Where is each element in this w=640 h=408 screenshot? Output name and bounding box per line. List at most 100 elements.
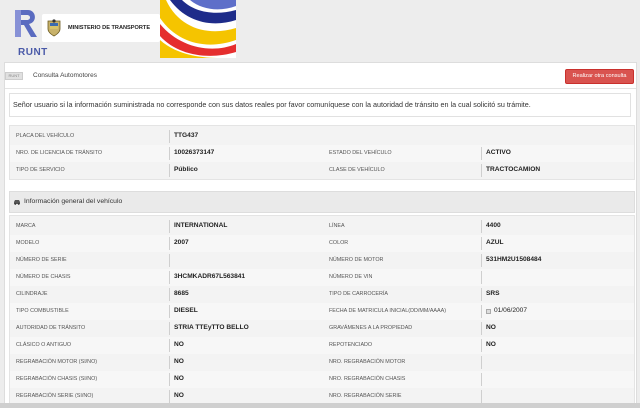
car-icon	[14, 200, 20, 205]
runt-logo[interactable]: RUNT	[8, 8, 47, 58]
field-value: 3HCMKADR67L563841	[174, 273, 246, 280]
divider	[481, 288, 482, 301]
field-label: MODELO	[16, 240, 40, 246]
divider	[169, 237, 170, 250]
field-value: 531HM2U1508484	[486, 256, 542, 263]
divider	[169, 373, 170, 386]
field-value: 10026373147	[174, 149, 215, 156]
field-value: Público	[174, 166, 198, 173]
field-label: NÚMERO DE MOTOR	[329, 257, 384, 263]
field-label: NÚMERO DE CHASIS	[16, 274, 71, 280]
field-label: REGRABACIÓN SERIE (SI/NO)	[16, 393, 94, 399]
runt-logo-text: RUNT	[18, 47, 48, 58]
notice-text: Señor usuario si la información suminist…	[13, 100, 531, 109]
divider	[169, 271, 170, 284]
notice-box: Señor usuario si la información suminist…	[9, 93, 631, 117]
field-value: TTG437	[174, 132, 199, 139]
field-label: LÍNEA	[329, 223, 345, 229]
field-value: NO	[174, 392, 184, 399]
flag-waves-graphic	[160, 0, 236, 58]
divider	[481, 373, 482, 386]
table-row: AUTORIDAD DE TRÁNSITO STRIA TTEyTTO BELLO…	[10, 320, 634, 337]
divider	[169, 254, 170, 267]
field-value: NO	[486, 341, 496, 348]
field-value: NO	[174, 341, 184, 348]
field-value: 8685	[174, 290, 189, 297]
table-row: CILINDRAJE 8685 TIPO DE CARROCERÍA SRS	[10, 286, 634, 303]
field-value: NO	[486, 324, 496, 331]
field-label: TIPO DE SERVICIO	[16, 167, 65, 173]
field-label: TIPO DE CARROCERÍA	[329, 291, 389, 297]
field-label: NRO. DE LICENCIA DE TRÁNSITO	[16, 150, 103, 156]
field-value: NO	[174, 375, 184, 382]
divider	[169, 305, 170, 318]
table-row: CLÁSICO O ANTIGUO NO REPOTENCIADO NO	[10, 337, 634, 354]
field-value: 4400	[486, 222, 501, 229]
field-label: NÚMERO DE VIN	[329, 274, 373, 280]
divider	[481, 339, 482, 352]
field-label: CILINDRAJE	[16, 291, 48, 297]
divider	[169, 164, 170, 177]
divider	[169, 339, 170, 352]
divider	[481, 254, 482, 267]
field-label: PLACA DEL VEHÍCULO	[16, 133, 75, 139]
runt-r-icon	[15, 10, 37, 37]
table-row: NÚMERO DE CHASIS 3HCMKADR67L563841 NÚMERO …	[10, 269, 634, 286]
consulta-card: RUNT Consulta Automotores Realizar otra …	[4, 62, 637, 408]
summary-row: TIPO DE SERVICIO Público CLASE DE VEHÍCU…	[10, 162, 634, 179]
field-label: FECHA DE MATRICULA INICIAL(DD/MM/AAAA)	[329, 308, 447, 314]
field-label: COLOR	[329, 240, 349, 246]
field-label: CLASE DE VEHÍCULO	[329, 167, 385, 173]
field-label: REGRABACIÓN MOTOR (SI/NO)	[16, 359, 98, 365]
field-label: NÚMERO DE SERIE	[16, 257, 67, 263]
card-title: Consulta Automotores	[33, 72, 97, 79]
field-value: TRACTOCAMION	[486, 166, 541, 173]
divider	[481, 390, 482, 403]
card-toolbar: RUNT Consulta Automotores Realizar otra …	[5, 63, 636, 89]
field-value: SRS	[486, 290, 500, 297]
coat-of-arms-icon	[47, 19, 61, 37]
divider	[481, 164, 482, 177]
table-row: REGRABACIÓN MOTOR (SI/NO) NO NRO. REGRABAC…	[10, 354, 634, 371]
horizontal-scrollbar[interactable]	[0, 403, 640, 408]
table-row: MODELO 2007 COLOR AZUL	[10, 235, 634, 252]
divider	[481, 322, 482, 335]
field-value: 01/06/2007	[494, 307, 528, 314]
field-label: NRO. REGRABACIÓN SERIE	[329, 393, 402, 399]
divider	[169, 147, 170, 160]
divider	[481, 356, 482, 369]
field-label: REGRABACIÓN CHASIS (SI/NO)	[16, 376, 98, 382]
divider	[169, 322, 170, 335]
field-value: 2007	[174, 239, 189, 246]
new-query-button[interactable]: Realizar otra consulta	[565, 69, 634, 84]
ministry-logo: MINISTERIO DE TRANSPORTE	[42, 14, 160, 42]
calendar-icon	[486, 309, 491, 314]
field-value: INTERNATIONAL	[174, 222, 228, 229]
summary-row: PLACA DEL VEHÍCULO TTG437	[10, 128, 634, 145]
table-row: TIPO COMBUSTIBLE DIESEL FECHA DE MATRICULA…	[10, 303, 634, 320]
field-label: CLÁSICO O ANTIGUO	[16, 342, 72, 348]
field-value: ACTIVO	[486, 149, 511, 156]
general-info-title: Información general del vehículo	[24, 198, 123, 205]
field-label: GRAVÁMENES A LA PROPIEDAD	[329, 325, 413, 331]
table-row: MARCA INTERNATIONAL LÍNEA 4400	[10, 218, 634, 235]
field-value: NO	[174, 358, 184, 365]
field-value: STRIA TTEyTTO BELLO	[174, 324, 249, 331]
field-label: ESTADO DEL VEHÍCULO	[329, 150, 392, 156]
divider	[169, 288, 170, 301]
table-row: REGRABACIÓN CHASIS (SI/NO) NO NRO. REGRABA…	[10, 371, 634, 388]
divider	[481, 305, 482, 318]
ministry-name: MINISTERIO DE TRANSPORTE	[68, 25, 151, 31]
field-value: AZUL	[486, 239, 504, 246]
app-badge-icon: RUNT	[5, 72, 23, 80]
divider	[481, 220, 482, 233]
summary-row: NRO. DE LICENCIA DE TRÁNSITO 10026373147…	[10, 145, 634, 162]
field-label: NRO. REGRABACIÓN CHASIS	[329, 376, 406, 382]
field-label: AUTORIDAD DE TRÁNSITO	[16, 325, 86, 331]
field-value: DIESEL	[174, 307, 198, 314]
field-label: MARCA	[16, 223, 36, 229]
general-info-header[interactable]: Información general del vehículo	[9, 191, 635, 213]
divider	[169, 220, 170, 233]
field-label: REPOTENCIADO	[329, 342, 373, 348]
table-row: NÚMERO DE SERIE NÚMERO DE MOTOR 531HM2U150…	[10, 252, 634, 269]
